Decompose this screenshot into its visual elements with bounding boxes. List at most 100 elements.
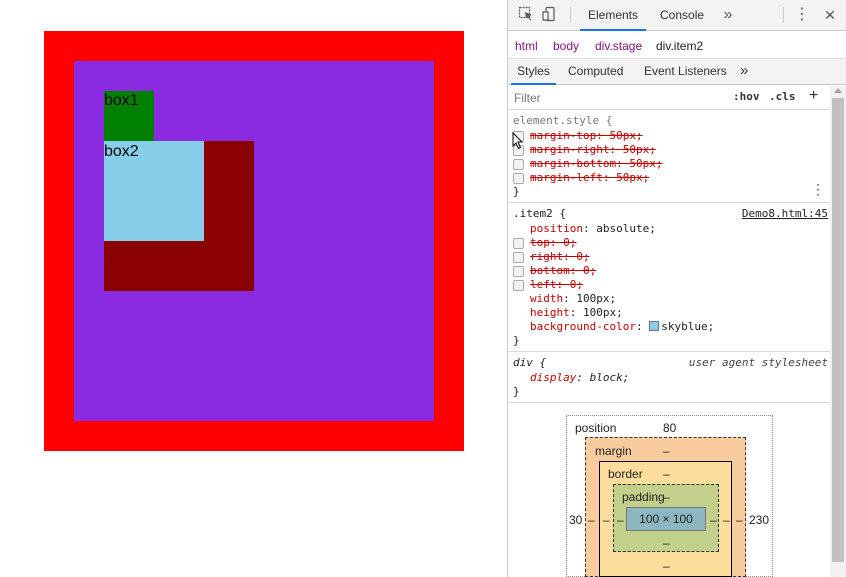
position-right-value[interactable]: 230 bbox=[749, 513, 769, 527]
decl-width: width: 100px; bbox=[530, 292, 617, 305]
rule-menu-icon[interactable]: ⋮ bbox=[811, 182, 825, 196]
styles-subtabs: Styles Computed Event Listeners » bbox=[508, 59, 846, 85]
box-model-content[interactable]: 100 × 100 bbox=[626, 507, 706, 531]
mouse-cursor-icon bbox=[512, 132, 524, 150]
display-value: block; bbox=[589, 371, 630, 384]
decl-right: right: 0; bbox=[530, 250, 590, 263]
tab-elements[interactable]: Elements bbox=[580, 0, 646, 31]
margin-top-value: 50px; bbox=[609, 129, 643, 142]
decl-top: top: 0; bbox=[530, 236, 577, 249]
position-name: position bbox=[530, 222, 583, 235]
decl-height: height: 100px; bbox=[530, 306, 623, 319]
close-icon[interactable]: ✕ bbox=[821, 6, 839, 24]
position-top-value[interactable]: 80 bbox=[663, 421, 676, 435]
item2-source-link[interactable]: Demo8.html:45 bbox=[742, 207, 828, 221]
decl-left: left: 0; bbox=[530, 278, 583, 291]
margin-top-name: margin-top bbox=[530, 129, 597, 142]
breadcrumb-body[interactable]: body bbox=[553, 39, 579, 53]
tab-console[interactable]: Console bbox=[660, 0, 704, 31]
more-tabs-icon[interactable]: » bbox=[719, 6, 737, 24]
padding-bottom-value[interactable]: – bbox=[663, 536, 670, 550]
bottom-value: 0; bbox=[583, 264, 597, 277]
styles-scrollbar[interactable] bbox=[830, 86, 846, 577]
toggle-bottom[interactable] bbox=[513, 266, 524, 277]
box2[interactable]: box2 bbox=[104, 141, 204, 241]
right-value: 0; bbox=[576, 250, 590, 263]
margin-top-value[interactable]: – bbox=[663, 444, 670, 458]
margin-label: margin bbox=[595, 444, 632, 458]
padding-label: padding bbox=[622, 490, 665, 504]
hov-toggle[interactable]: :hov bbox=[733, 90, 760, 103]
margin-bottom-name: margin-bottom bbox=[530, 157, 617, 170]
padding-right-value[interactable]: – bbox=[710, 513, 717, 527]
div-ua-rule: div { user agent stylesheet display: blo… bbox=[508, 353, 830, 403]
color-swatch[interactable] bbox=[649, 321, 660, 331]
height-value: 100px; bbox=[583, 306, 623, 319]
margin-right-value: 50px; bbox=[622, 143, 656, 156]
box1[interactable]: box1 bbox=[104, 91, 154, 141]
toolbar-divider-2 bbox=[783, 7, 784, 23]
styles-pane: element.style { margin-top: 50px; margin… bbox=[508, 111, 830, 403]
tab-computed[interactable]: Computed bbox=[568, 59, 623, 85]
decl-margin-right: margin-right: 50px; bbox=[530, 143, 656, 156]
border-right-value[interactable]: – bbox=[723, 513, 730, 527]
page: box1 box2 Elements Console » ⋮ ✕ html bo bbox=[0, 0, 846, 577]
display-name: display bbox=[530, 371, 577, 384]
item2-rule: .item2 { Demo8.html:45 position: absolut… bbox=[508, 204, 830, 352]
cls-toggle[interactable]: .cls bbox=[769, 90, 796, 103]
toggle-margin-left[interactable] bbox=[513, 173, 524, 184]
scroll-up-arrow-icon[interactable] bbox=[834, 88, 842, 93]
border-bottom-value[interactable]: – bbox=[663, 559, 670, 573]
subtabs-more-icon[interactable]: » bbox=[740, 59, 748, 85]
toggle-top[interactable] bbox=[513, 238, 524, 249]
tab-styles[interactable]: Styles bbox=[511, 59, 556, 85]
inspect-cursor-icon[interactable] bbox=[517, 6, 535, 24]
div-selector: div { bbox=[513, 356, 547, 369]
top-name: top bbox=[530, 236, 550, 249]
padding-top-value[interactable]: – bbox=[663, 490, 670, 504]
item2-selector: .item2 { bbox=[513, 207, 566, 220]
left-name: left bbox=[530, 278, 557, 291]
margin-bottom-value: 50px; bbox=[629, 157, 663, 170]
toggle-margin-bottom[interactable] bbox=[513, 159, 524, 170]
element-style-close: } bbox=[513, 185, 520, 198]
height-name: height bbox=[530, 306, 570, 319]
padding-left-value[interactable]: – bbox=[617, 513, 624, 527]
toggle-right[interactable] bbox=[513, 252, 524, 263]
menu-kebab-icon[interactable]: ⋮ bbox=[793, 6, 811, 24]
ua-stylesheet-label: user agent stylesheet bbox=[688, 356, 828, 369]
element-style-rule: element.style { margin-top: 50px; margin… bbox=[508, 111, 830, 203]
tab-event-listeners[interactable]: Event Listeners bbox=[644, 59, 727, 85]
page-viewport: box1 box2 bbox=[0, 0, 507, 577]
breadcrumb-html[interactable]: html bbox=[515, 39, 538, 53]
devtools-toolbar: Elements Console » ⋮ ✕ bbox=[508, 0, 846, 31]
right-name: right bbox=[530, 250, 564, 263]
breadcrumb-div-stage[interactable]: div.stage bbox=[595, 39, 642, 53]
background-color-name: background-color bbox=[530, 320, 636, 333]
breadcrumb-div-item2[interactable]: div.item2 bbox=[656, 39, 703, 53]
border-left-value[interactable]: – bbox=[603, 513, 610, 527]
decl-margin-bottom: margin-bottom: 50px; bbox=[530, 157, 663, 170]
margin-right-value[interactable]: – bbox=[736, 513, 743, 527]
position-left-value[interactable]: 30 bbox=[569, 513, 582, 527]
item2-close: } bbox=[513, 334, 520, 347]
background-color-value: skyblue; bbox=[661, 320, 715, 333]
border-top-value[interactable]: – bbox=[663, 467, 670, 481]
new-rule-button[interactable]: + bbox=[809, 87, 818, 105]
device-toggle-icon[interactable] bbox=[541, 6, 559, 24]
toggle-left[interactable] bbox=[513, 280, 524, 291]
width-value: 100px; bbox=[576, 292, 617, 305]
width-name: width bbox=[530, 292, 564, 305]
top-value: 0; bbox=[563, 236, 577, 249]
decl-bottom: bottom: 0; bbox=[530, 264, 597, 277]
left-value: 0; bbox=[569, 278, 583, 291]
div-close: } bbox=[513, 385, 520, 398]
filter-input[interactable] bbox=[514, 90, 694, 106]
box1-label: box1 bbox=[104, 92, 139, 109]
margin-left-value: 50px; bbox=[616, 171, 650, 184]
scrollbar-thumb[interactable] bbox=[832, 98, 844, 562]
decl-margin-top: margin-top: 50px; bbox=[530, 129, 643, 142]
bottom-name: bottom bbox=[530, 264, 570, 277]
margin-left-value[interactable]: – bbox=[588, 513, 595, 527]
breadcrumb-stage-class: .stage bbox=[609, 39, 643, 53]
